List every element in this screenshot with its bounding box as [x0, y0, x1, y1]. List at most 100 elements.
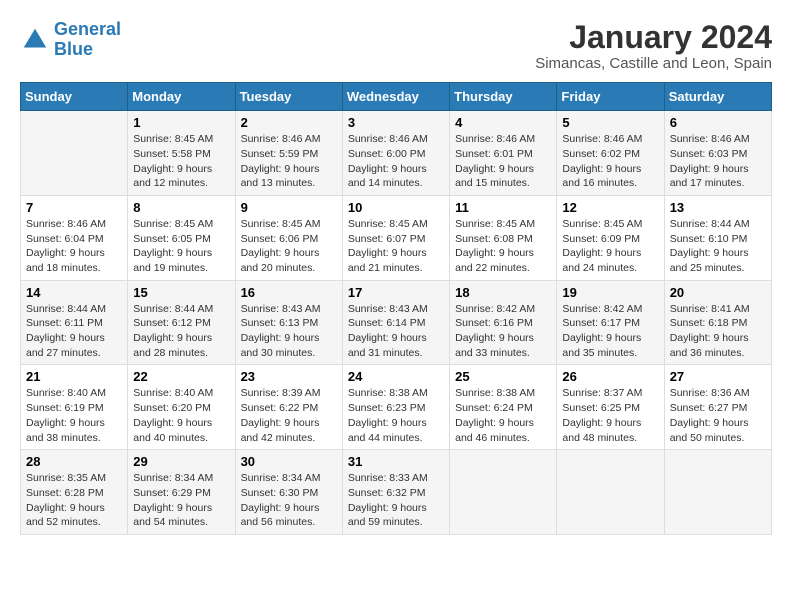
day-info: Sunrise: 8:42 AMSunset: 6:16 PMDaylight:… [455, 302, 551, 361]
day-info: Sunrise: 8:46 AMSunset: 6:01 PMDaylight:… [455, 132, 551, 191]
calendar-cell: 15 Sunrise: 8:44 AMSunset: 6:12 PMDayligh… [128, 280, 235, 365]
day-info: Sunrise: 8:45 AMSunset: 6:09 PMDaylight:… [562, 217, 658, 276]
calendar-cell: 12 Sunrise: 8:45 AMSunset: 6:09 PMDayligh… [557, 195, 664, 280]
day-header-thursday: Thursday [450, 83, 557, 111]
day-info: Sunrise: 8:45 AMSunset: 5:58 PMDaylight:… [133, 132, 229, 191]
day-header-tuesday: Tuesday [235, 83, 342, 111]
day-number: 19 [562, 285, 658, 300]
calendar-cell [557, 450, 664, 535]
day-number: 18 [455, 285, 551, 300]
day-number: 14 [26, 285, 122, 300]
day-number: 21 [26, 369, 122, 384]
calendar-cell: 11 Sunrise: 8:45 AMSunset: 6:08 PMDayligh… [450, 195, 557, 280]
day-number: 27 [670, 369, 766, 384]
calendar-week-2: 7 Sunrise: 8:46 AMSunset: 6:04 PMDaylight… [21, 195, 772, 280]
day-info: Sunrise: 8:44 AMSunset: 6:12 PMDaylight:… [133, 302, 229, 361]
day-info: Sunrise: 8:45 AMSunset: 6:07 PMDaylight:… [348, 217, 444, 276]
day-info: Sunrise: 8:34 AMSunset: 6:30 PMDaylight:… [241, 471, 337, 530]
calendar-cell [450, 450, 557, 535]
day-number: 15 [133, 285, 229, 300]
calendar-header: SundayMondayTuesdayWednesdayThursdayFrid… [21, 83, 772, 111]
day-info: Sunrise: 8:42 AMSunset: 6:17 PMDaylight:… [562, 302, 658, 361]
day-info: Sunrise: 8:41 AMSunset: 6:18 PMDaylight:… [670, 302, 766, 361]
day-number: 8 [133, 200, 229, 215]
day-header-sunday: Sunday [21, 83, 128, 111]
day-number: 4 [455, 115, 551, 130]
calendar-cell: 9 Sunrise: 8:45 AMSunset: 6:06 PMDaylight… [235, 195, 342, 280]
title-block: January 2024 Simancas, Castille and Leon… [535, 20, 772, 72]
day-number: 30 [241, 454, 337, 469]
day-number: 28 [26, 454, 122, 469]
calendar-cell: 14 Sunrise: 8:44 AMSunset: 6:11 PMDayligh… [21, 280, 128, 365]
day-info: Sunrise: 8:38 AMSunset: 6:24 PMDaylight:… [455, 386, 551, 445]
day-number: 29 [133, 454, 229, 469]
calendar-week-5: 28 Sunrise: 8:35 AMSunset: 6:28 PMDayligh… [21, 450, 772, 535]
day-number: 24 [348, 369, 444, 384]
calendar-cell: 3Sunrise: 8:46 AMSunset: 6:00 PMDaylight… [342, 111, 449, 196]
subtitle: Simancas, Castille and Leon, Spain [535, 55, 772, 72]
day-number: 2 [241, 115, 337, 130]
day-info: Sunrise: 8:46 AMSunset: 6:02 PMDaylight:… [562, 132, 658, 191]
day-number: 11 [455, 200, 551, 215]
logo: General Blue [20, 20, 121, 60]
day-info: Sunrise: 8:46 AMSunset: 6:00 PMDaylight:… [348, 132, 444, 191]
calendar-cell: 10 Sunrise: 8:45 AMSunset: 6:07 PMDayligh… [342, 195, 449, 280]
calendar-cell: 23Sunrise: 8:39 AMSunset: 6:22 PMDayligh… [235, 365, 342, 450]
calendar-cell: 1Sunrise: 8:45 AMSunset: 5:58 PMDaylight… [128, 111, 235, 196]
day-info: Sunrise: 8:44 AMSunset: 6:11 PMDaylight:… [26, 302, 122, 361]
calendar-cell: 19 Sunrise: 8:42 AMSunset: 6:17 PMDayligh… [557, 280, 664, 365]
main-title: January 2024 [535, 20, 772, 55]
day-info: Sunrise: 8:45 AMSunset: 6:08 PMDaylight:… [455, 217, 551, 276]
day-info: Sunrise: 8:46 AMSunset: 6:04 PMDaylight:… [26, 217, 122, 276]
calendar-cell: 22Sunrise: 8:40 AMSunset: 6:20 PMDayligh… [128, 365, 235, 450]
calendar-cell: 6Sunrise: 8:46 AMSunset: 6:03 PMDaylight… [664, 111, 771, 196]
calendar-cell: 24Sunrise: 8:38 AMSunset: 6:23 PMDayligh… [342, 365, 449, 450]
calendar-cell: 26Sunrise: 8:37 AMSunset: 6:25 PMDayligh… [557, 365, 664, 450]
calendar-cell: 13 Sunrise: 8:44 AMSunset: 6:10 PMDayligh… [664, 195, 771, 280]
day-number: 10 [348, 200, 444, 215]
day-info: Sunrise: 8:46 AMSunset: 6:03 PMDaylight:… [670, 132, 766, 191]
calendar-cell: 16 Sunrise: 8:43 AMSunset: 6:13 PMDayligh… [235, 280, 342, 365]
calendar-week-4: 21Sunrise: 8:40 AMSunset: 6:19 PMDayligh… [21, 365, 772, 450]
calendar-cell: 18 Sunrise: 8:42 AMSunset: 6:16 PMDayligh… [450, 280, 557, 365]
calendar-cell: 31 Sunrise: 8:33 AMSunset: 6:32 PMDayligh… [342, 450, 449, 535]
calendar-cell: 4 Sunrise: 8:46 AMSunset: 6:01 PMDaylight… [450, 111, 557, 196]
logo-line2: Blue [54, 39, 93, 59]
day-header-friday: Friday [557, 83, 664, 111]
calendar-cell: 21Sunrise: 8:40 AMSunset: 6:19 PMDayligh… [21, 365, 128, 450]
calendar-cell: 27 Sunrise: 8:36 AMSunset: 6:27 PMDayligh… [664, 365, 771, 450]
day-number: 9 [241, 200, 337, 215]
day-number: 13 [670, 200, 766, 215]
day-info: Sunrise: 8:43 AMSunset: 6:13 PMDaylight:… [241, 302, 337, 361]
day-info: Sunrise: 8:37 AMSunset: 6:25 PMDaylight:… [562, 386, 658, 445]
calendar-cell: 25Sunrise: 8:38 AMSunset: 6:24 PMDayligh… [450, 365, 557, 450]
day-number: 16 [241, 285, 337, 300]
calendar-cell: 5Sunrise: 8:46 AMSunset: 6:02 PMDaylight… [557, 111, 664, 196]
page-header: General Blue January 2024 Simancas, Cast… [20, 20, 772, 72]
calendar-cell: 29Sunrise: 8:34 AMSunset: 6:29 PMDayligh… [128, 450, 235, 535]
calendar-cell [664, 450, 771, 535]
day-number: 22 [133, 369, 229, 384]
calendar-week-3: 14 Sunrise: 8:44 AMSunset: 6:11 PMDayligh… [21, 280, 772, 365]
day-header-saturday: Saturday [664, 83, 771, 111]
calendar-cell: 20 Sunrise: 8:41 AMSunset: 6:18 PMDayligh… [664, 280, 771, 365]
day-number: 31 [348, 454, 444, 469]
day-number: 17 [348, 285, 444, 300]
day-info: Sunrise: 8:35 AMSunset: 6:28 PMDaylight:… [26, 471, 122, 530]
day-info: Sunrise: 8:33 AMSunset: 6:32 PMDaylight:… [348, 471, 444, 530]
day-number: 12 [562, 200, 658, 215]
day-info: Sunrise: 8:43 AMSunset: 6:14 PMDaylight:… [348, 302, 444, 361]
day-info: Sunrise: 8:45 AMSunset: 6:06 PMDaylight:… [241, 217, 337, 276]
calendar-cell: 30 Sunrise: 8:34 AMSunset: 6:30 PMDayligh… [235, 450, 342, 535]
logo-text: General Blue [54, 20, 121, 60]
calendar-table: SundayMondayTuesdayWednesdayThursdayFrid… [20, 82, 772, 535]
day-number: 20 [670, 285, 766, 300]
day-info: Sunrise: 8:36 AMSunset: 6:27 PMDaylight:… [670, 386, 766, 445]
day-number: 7 [26, 200, 122, 215]
calendar-cell: 8Sunrise: 8:45 AMSunset: 6:05 PMDaylight… [128, 195, 235, 280]
calendar-cell: 7 Sunrise: 8:46 AMSunset: 6:04 PMDaylight… [21, 195, 128, 280]
calendar-cell: 28 Sunrise: 8:35 AMSunset: 6:28 PMDayligh… [21, 450, 128, 535]
calendar-cell [21, 111, 128, 196]
day-info: Sunrise: 8:44 AMSunset: 6:10 PMDaylight:… [670, 217, 766, 276]
day-header-wednesday: Wednesday [342, 83, 449, 111]
